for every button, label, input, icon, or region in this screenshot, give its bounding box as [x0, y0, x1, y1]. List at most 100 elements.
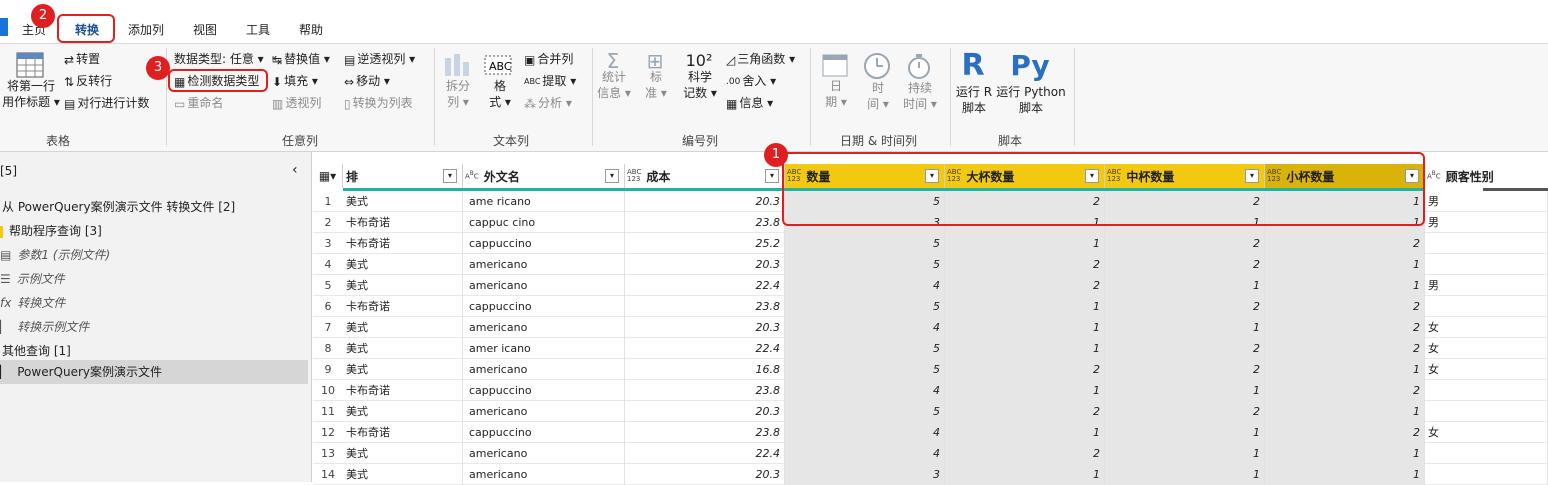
- cell-quantity[interactable]: 5: [785, 296, 945, 317]
- cell-cost[interactable]: 23.8: [625, 422, 785, 443]
- cell-gender[interactable]: [1425, 254, 1548, 275]
- cell-small[interactable]: 2: [1265, 296, 1425, 317]
- cell-medium[interactable]: 1: [1105, 317, 1265, 338]
- cell-small[interactable]: 1: [1265, 275, 1425, 296]
- cell-small[interactable]: 2: [1265, 233, 1425, 254]
- cell-quantity[interactable]: 5: [785, 254, 945, 275]
- cell-medium[interactable]: 2: [1105, 233, 1265, 254]
- table-row[interactable]: 11 美式 americano 20.3 5 2 2 1: [313, 401, 1548, 422]
- cell-gender[interactable]: [1425, 296, 1548, 317]
- cell-large[interactable]: 2: [945, 401, 1105, 422]
- cell-quantity[interactable]: 4: [785, 317, 945, 338]
- cell-large[interactable]: 2: [945, 443, 1105, 464]
- tab-view[interactable]: 视图: [193, 21, 217, 38]
- cell-english-name[interactable]: americano: [463, 275, 625, 296]
- cell-english-name[interactable]: americano: [463, 359, 625, 380]
- cell-english-name[interactable]: americano: [463, 443, 625, 464]
- cell-small[interactable]: 1: [1265, 254, 1425, 275]
- cell-medium[interactable]: 2: [1105, 338, 1265, 359]
- column-header-name[interactable]: 排 ▾: [343, 164, 463, 188]
- trigonometry-button[interactable]: ◿ 三角函数 ▾: [726, 50, 795, 67]
- cell-medium[interactable]: 1: [1105, 380, 1265, 401]
- cell-gender[interactable]: [1425, 380, 1548, 401]
- cell-name[interactable]: 美式: [343, 443, 463, 464]
- table-row[interactable]: 6 卡布奇诺 cappuccino 23.8 5 1 2 2: [313, 296, 1548, 317]
- cell-medium[interactable]: 2: [1105, 254, 1265, 275]
- information-button[interactable]: ▦ 信息 ▾: [726, 94, 773, 111]
- cell-quantity[interactable]: 5: [785, 233, 945, 254]
- cell-name[interactable]: 卡布奇诺: [343, 212, 463, 233]
- query-transform-file[interactable]: fx 转换文件: [0, 294, 65, 311]
- cell-small[interactable]: 2: [1265, 317, 1425, 338]
- cell-cost[interactable]: 20.3: [625, 317, 785, 338]
- cell-quantity[interactable]: 5: [785, 338, 945, 359]
- query-selected[interactable]: ▏ PowerQuery案例演示文件: [0, 360, 308, 384]
- unpivot-columns-button[interactable]: ▤ 逆透视列 ▾: [344, 50, 415, 67]
- query-sample-file[interactable]: ☰ 示例文件: [0, 270, 65, 287]
- query-group-other[interactable]: 其他查询 [1]: [2, 342, 71, 359]
- cell-large[interactable]: 1: [945, 296, 1105, 317]
- column-header-gender[interactable]: ABC 顾客性别: [1425, 164, 1548, 188]
- move-button[interactable]: ⇔ 移动 ▾: [344, 72, 390, 89]
- cell-gender[interactable]: 男: [1425, 212, 1548, 233]
- cell-cost[interactable]: 23.8: [625, 212, 785, 233]
- table-row[interactable]: 9 美式 americano 16.8 5 2 2 1 女: [313, 359, 1548, 380]
- cell-quantity[interactable]: 4: [785, 380, 945, 401]
- table-row[interactable]: 8 美式 amer icano 22.4 5 1 2 2 女: [313, 338, 1548, 359]
- cell-quantity[interactable]: 4: [785, 275, 945, 296]
- cell-gender[interactable]: 女: [1425, 422, 1548, 443]
- cell-cost[interactable]: 25.2: [625, 233, 785, 254]
- use-first-row-as-headers-button[interactable]: 将第一行 用作标题 ▾: [2, 52, 60, 110]
- cell-large[interactable]: 1: [945, 317, 1105, 338]
- fill-button[interactable]: ⬇ 填充 ▾: [272, 72, 318, 89]
- cell-name[interactable]: 美式: [343, 401, 463, 422]
- tab-add-column[interactable]: 添加列: [128, 21, 164, 38]
- query-group-transform-files[interactable]: 从 PowerQuery案例演示文件 转换文件 [2]: [2, 198, 235, 215]
- pivot-column-button[interactable]: ▥ 透视列: [272, 94, 321, 111]
- column-header-english[interactable]: ABC 外文名 ▾: [463, 164, 625, 188]
- cell-small[interactable]: 2: [1265, 380, 1425, 401]
- cell-gender[interactable]: 男: [1425, 275, 1548, 296]
- cell-cost[interactable]: 22.4: [625, 275, 785, 296]
- column-header-cost[interactable]: ABC 123 成本 ▾: [625, 164, 785, 188]
- cell-gender[interactable]: [1425, 233, 1548, 254]
- convert-to-list-button[interactable]: ▯ 转换为列表: [344, 94, 413, 111]
- format-button[interactable]: ABC 格式 ▾: [482, 52, 518, 110]
- cell-medium[interactable]: 2: [1105, 401, 1265, 422]
- data-type-dropdown[interactable]: 数据类型: 任意 ▾: [174, 50, 264, 67]
- date-button[interactable]: 日期 ▾: [816, 52, 856, 110]
- cell-name[interactable]: 美式: [343, 254, 463, 275]
- select-all-icon[interactable]: ▦▾: [313, 164, 343, 188]
- cell-large[interactable]: 1: [945, 338, 1105, 359]
- reverse-rows-button[interactable]: ⇅ 反转行: [64, 72, 112, 89]
- split-column-button[interactable]: 拆分列 ▾: [440, 52, 476, 110]
- cell-english-name[interactable]: cappuccino: [463, 380, 625, 401]
- parse-button[interactable]: ⁂ 分析 ▾: [524, 94, 572, 111]
- duration-button[interactable]: 持续 时间 ▾: [900, 52, 940, 112]
- cell-cost[interactable]: 22.4: [625, 338, 785, 359]
- file-menu-strip[interactable]: [0, 18, 8, 36]
- collapse-pane-icon[interactable]: ‹: [292, 162, 298, 178]
- table-row[interactable]: 12 卡布奇诺 cappuccino 23.8 4 1 1 2 女: [313, 422, 1548, 443]
- cell-name[interactable]: 美式: [343, 191, 463, 212]
- column-filter-icon[interactable]: ▾: [443, 169, 457, 183]
- tab-tools[interactable]: 工具: [246, 21, 270, 38]
- cell-english-name[interactable]: cappuccino: [463, 233, 625, 254]
- query-parameter-1[interactable]: ▤ 参数1 (示例文件): [0, 246, 110, 263]
- run-python-script-button[interactable]: Py 运行 Python 脚本: [996, 48, 1066, 116]
- query-group-helpers[interactable]: 帮助程序查询 [3]: [0, 222, 102, 239]
- cell-quantity[interactable]: 5: [785, 359, 945, 380]
- cell-gender[interactable]: 女: [1425, 338, 1548, 359]
- cell-cost[interactable]: 23.8: [625, 296, 785, 317]
- cell-large[interactable]: 1: [945, 233, 1105, 254]
- cell-cost[interactable]: 23.8: [625, 380, 785, 401]
- table-row[interactable]: 10 卡布奇诺 cappuccino 23.8 4 1 1 2: [313, 380, 1548, 401]
- cell-cost[interactable]: 22.4: [625, 443, 785, 464]
- rename-button[interactable]: ▭ 重命名: [174, 94, 223, 111]
- column-filter-icon[interactable]: ▾: [765, 169, 779, 183]
- cell-medium[interactable]: 2: [1105, 359, 1265, 380]
- statistics-button[interactable]: Σ 统计 信息 ▾: [596, 51, 632, 101]
- run-r-script-button[interactable]: R 运行 R 脚本: [954, 48, 994, 116]
- cell-name[interactable]: 美式: [343, 338, 463, 359]
- standard-button[interactable]: ⊞ 标准 ▾: [638, 51, 674, 101]
